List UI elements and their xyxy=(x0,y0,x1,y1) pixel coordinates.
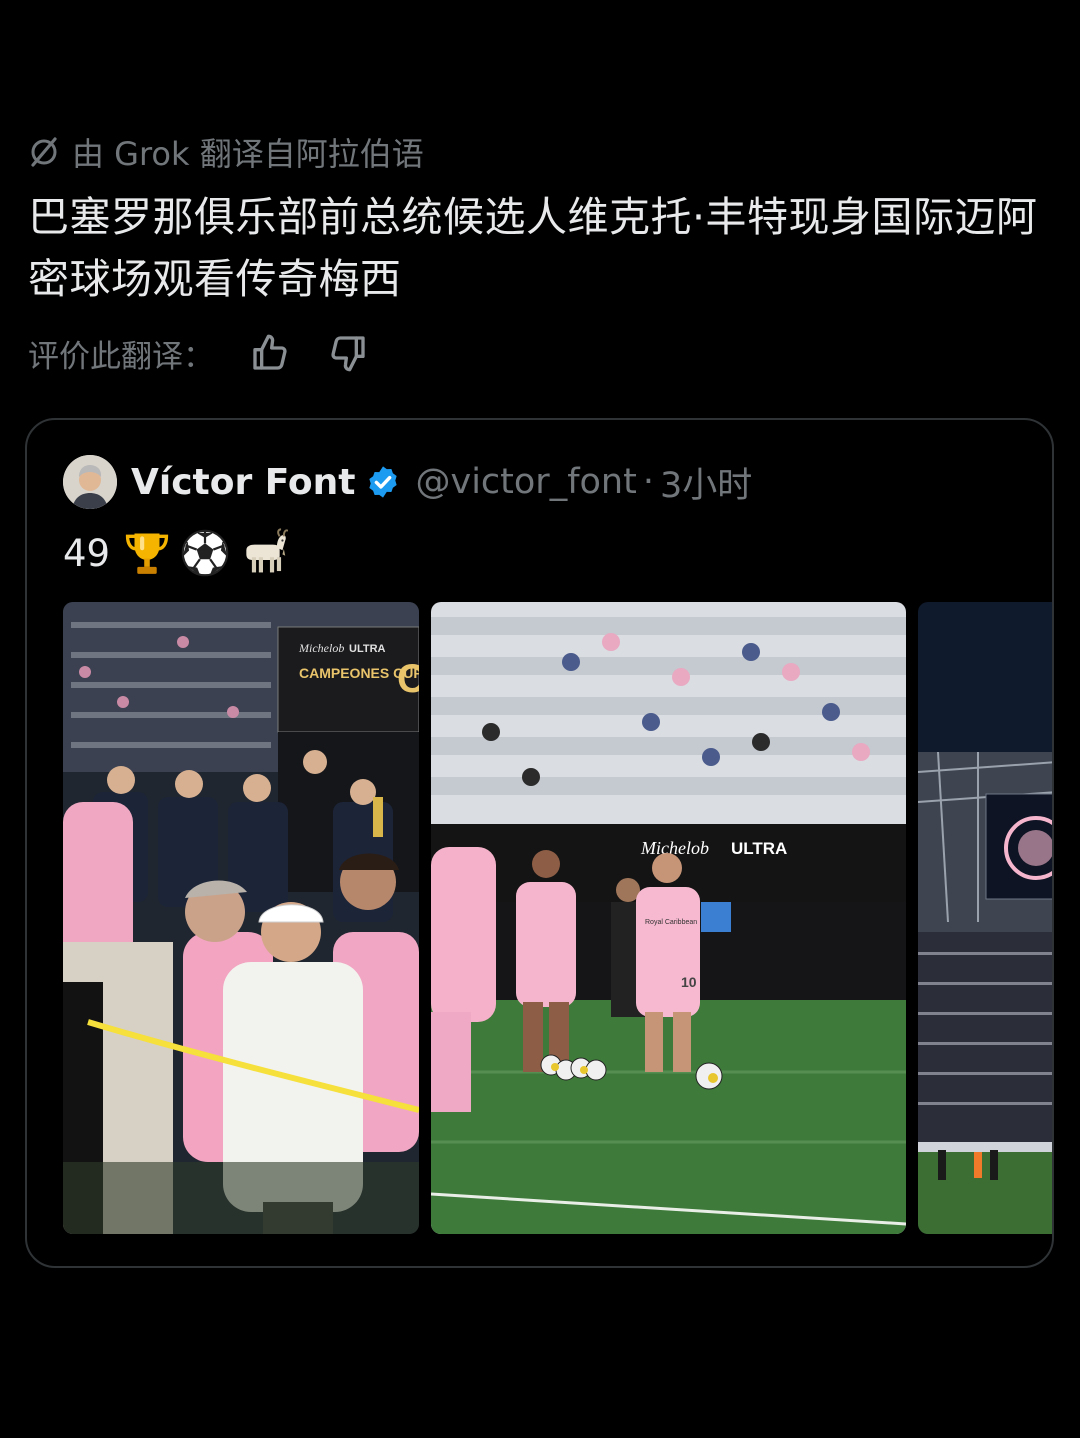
board-ultra: ULTRA xyxy=(731,839,787,858)
author-handle[interactable]: @victor_font xyxy=(415,462,636,502)
rate-translation-label: 评价此翻译： xyxy=(28,338,214,375)
soccer-ball-emoji xyxy=(181,529,229,577)
media-image-1[interactable]: Michelob ULTRA CAMPEONES CUP C xyxy=(63,602,419,1234)
goat-emoji xyxy=(246,528,289,573)
sign-letter: C xyxy=(397,657,419,701)
verified-badge-icon xyxy=(369,466,398,498)
grok-icon xyxy=(28,136,60,168)
media-image-3[interactable] xyxy=(918,602,1052,1234)
post-timestamp[interactable]: 3小时 xyxy=(660,457,752,508)
translation-source-text: 由 Grok 翻译自阿拉伯语 xyxy=(72,135,424,173)
separator-dot: · xyxy=(642,462,654,502)
thumbs-down-button[interactable] xyxy=(326,331,370,375)
quoted-post-number: 49 xyxy=(63,531,111,575)
avatar[interactable] xyxy=(63,455,117,509)
quoted-post-card[interactable]: Víctor Font @victor_font · 3小时 49 Michel… xyxy=(25,418,1054,1268)
sign-brand: Michelob xyxy=(298,641,344,655)
translated-tweet-text: 巴塞罗那俱乐部前总统候选人维克托·丰特现身国际迈阿密球场观看传奇梅西 xyxy=(28,193,1038,303)
grok-translation-label: 由 Grok 翻译自阿拉伯语 xyxy=(28,130,424,174)
trophy-emoji xyxy=(125,533,169,574)
jersey-number: 10 xyxy=(681,974,697,990)
thumbs-up-button[interactable] xyxy=(248,331,292,375)
rate-translation-row: 评价此翻译： xyxy=(28,330,370,376)
author-name[interactable]: Víctor Font xyxy=(131,462,355,503)
quoted-post-header: Víctor Font @victor_font · 3小时 xyxy=(63,454,752,510)
media-image-2[interactable]: Michelob ULTRA Royal Caribbean 10 xyxy=(431,602,906,1234)
thumbs-up-icon xyxy=(253,334,287,370)
board-brand: Michelob xyxy=(640,838,709,858)
thumbs-down-icon xyxy=(331,336,365,372)
quoted-post-text: 49 xyxy=(63,524,289,582)
sign-ultra: ULTRA xyxy=(349,643,386,655)
jersey-sponsor: Royal Caribbean xyxy=(645,919,697,926)
